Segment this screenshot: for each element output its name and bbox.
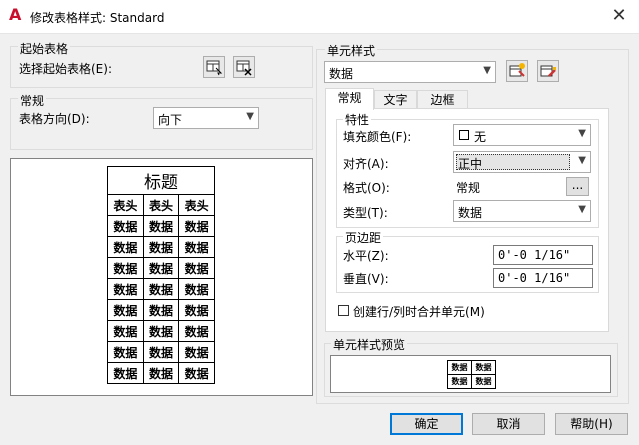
cell-style-value: 数据 <box>329 67 354 81</box>
preview-data-cell: 数据 <box>142 236 180 258</box>
preview-data-cell: 数据 <box>107 215 144 237</box>
manage-cell-style-button[interactable] <box>537 60 559 82</box>
vertical-margin-label: 垂直(V): <box>343 272 389 286</box>
cell-preview-pane: 数据 数据 数据 数据 <box>330 355 611 393</box>
new-style-icon <box>509 63 525 77</box>
preview-data-cell: 数据 <box>142 362 180 384</box>
chevron-down-icon: ▼ <box>483 65 491 76</box>
chevron-down-icon: ▼ <box>578 155 586 166</box>
help-button[interactable]: 帮助(H) <box>555 413 628 435</box>
cell-style-group-title: 单元样式 <box>325 42 378 59</box>
cell-preview-cell: 数据 <box>471 374 496 389</box>
merge-cells-label[interactable]: 创建行/列时合并单元(M) <box>353 303 485 320</box>
color-swatch-icon <box>459 130 469 140</box>
chevron-down-icon: ▼ <box>246 111 254 122</box>
horizontal-margin-label: 水平(Z): <box>343 249 389 263</box>
table-preview-pane: 标题 表头 表头 表头 数据 数据 数据 数据 数据 数据 数据 数据 数据 数据 数据 数据 数据 数据 数据… <box>10 158 313 396</box>
remove-start-table-button[interactable] <box>233 56 255 78</box>
preview-table-row: 数据 数据 数据 <box>107 257 215 279</box>
preview-data-cell: 数据 <box>178 299 215 321</box>
align-select[interactable]: 正中 ▼ <box>453 151 591 173</box>
type-label: 类型(T): <box>343 206 388 220</box>
chevron-down-icon: ▼ <box>578 204 586 215</box>
preview-table-row: 数据 数据 数据 <box>107 341 215 363</box>
preview-title-cell: 标题 <box>107 166 215 195</box>
horizontal-margin-input[interactable]: 0'-0 1/16" <box>493 245 593 265</box>
cancel-button[interactable]: 取消 <box>472 413 545 435</box>
preview-table-row: 数据 数据 数据 <box>107 236 215 258</box>
table-direction-value: 向下 <box>158 113 183 127</box>
preview-data-cell: 数据 <box>178 215 215 237</box>
preview-table-row: 数据 数据 数据 <box>107 299 215 321</box>
preview-data-cell: 数据 <box>178 362 215 384</box>
margins-group-title: 页边距 <box>343 229 384 246</box>
cell-preview-table: 数据 数据 数据 数据 <box>447 360 496 389</box>
format-value: 常规 <box>456 181 481 195</box>
preview-data-cell: 数据 <box>107 320 144 342</box>
fill-color-value: 无 <box>474 130 487 144</box>
type-select[interactable]: 数据 ▼ <box>453 200 591 222</box>
create-cell-style-button[interactable] <box>506 60 528 82</box>
preview-data-cell: 数据 <box>142 215 180 237</box>
format-label: 格式(O): <box>343 181 390 195</box>
preview-data-cell: 数据 <box>107 257 144 279</box>
cell-preview-group-title: 单元样式预览 <box>331 336 408 353</box>
preview-data-cell: 数据 <box>107 299 144 321</box>
chevron-down-icon: ▼ <box>578 128 586 139</box>
properties-group-title: 特性 <box>343 111 372 128</box>
horizontal-margin-value: 0'-0 1/16" <box>498 248 571 262</box>
preview-data-cell: 数据 <box>107 362 144 384</box>
window-title: 修改表格样式: Standard <box>30 11 165 25</box>
select-start-table-label: 选择起始表格(E): <box>19 62 112 76</box>
preview-data-cell: 数据 <box>178 236 215 258</box>
preview-data-cell: 数据 <box>142 299 180 321</box>
table-select-icon <box>206 60 223 76</box>
fill-color-label: 填充颜色(F): <box>343 130 412 144</box>
ok-button[interactable]: 确定 <box>390 413 463 435</box>
preview-data-cell: 数据 <box>142 257 180 279</box>
tab-border[interactable]: 边框 <box>417 90 468 110</box>
tab-text[interactable]: 文字 <box>374 90 417 110</box>
cell-preview-cell: 数据 <box>447 374 472 389</box>
preview-data-cell: 数据 <box>142 320 180 342</box>
preview-data-cell: 数据 <box>178 341 215 363</box>
align-label: 对齐(A): <box>343 157 389 171</box>
select-table-button[interactable] <box>203 56 225 78</box>
tab-general[interactable]: 常规 <box>325 88 374 110</box>
format-browse-button[interactable]: ... <box>566 177 589 196</box>
type-value: 数据 <box>458 206 483 220</box>
merge-cells-checkbox[interactable] <box>338 305 349 316</box>
start-table-group-title: 起始表格 <box>18 40 71 57</box>
preview-data-cell: 数据 <box>142 278 180 300</box>
preview-data-cell: 数据 <box>107 341 144 363</box>
preview-data-cell: 数据 <box>142 341 180 363</box>
autocad-logo-icon: A <box>9 5 22 24</box>
preview-header-cell: 表头 <box>178 194 215 216</box>
preview-data-cell: 数据 <box>107 236 144 258</box>
preview-header-cell: 表头 <box>107 194 144 216</box>
general-group-title: 常规 <box>18 92 47 109</box>
preview-table: 标题 表头 表头 表头 数据 数据 数据 数据 数据 数据 数据 数据 数据 数据 数据 数据 数据 数据 数据… <box>107 166 215 384</box>
vertical-margin-value: 0'-0 1/16" <box>498 271 571 285</box>
table-direction-select[interactable]: 向下 ▼ <box>153 107 259 129</box>
table-direction-label: 表格方向(D): <box>19 112 90 126</box>
cell-preview-cell: 数据 <box>471 360 496 375</box>
manage-style-icon <box>540 65 556 77</box>
vertical-margin-input[interactable]: 0'-0 1/16" <box>493 268 593 288</box>
preview-table-row: 数据 数据 数据 <box>107 278 215 300</box>
align-value: 正中 <box>458 157 483 171</box>
preview-header-cell: 表头 <box>142 194 180 216</box>
preview-table-row: 数据 数据 数据 <box>107 320 215 342</box>
cell-preview-cell: 数据 <box>447 360 472 375</box>
preview-data-cell: 数据 <box>178 320 215 342</box>
preview-data-cell: 数据 <box>107 278 144 300</box>
cell-style-select[interactable]: 数据 ▼ <box>324 61 496 83</box>
fill-color-select[interactable]: 无 ▼ <box>453 124 591 146</box>
table-delete-icon <box>236 60 252 76</box>
close-icon[interactable]: ✕ <box>604 4 634 28</box>
preview-data-cell: 数据 <box>178 257 215 279</box>
preview-table-row: 数据 数据 数据 <box>107 362 215 384</box>
preview-data-cell: 数据 <box>178 278 215 300</box>
preview-table-row: 数据 数据 数据 <box>107 215 215 237</box>
